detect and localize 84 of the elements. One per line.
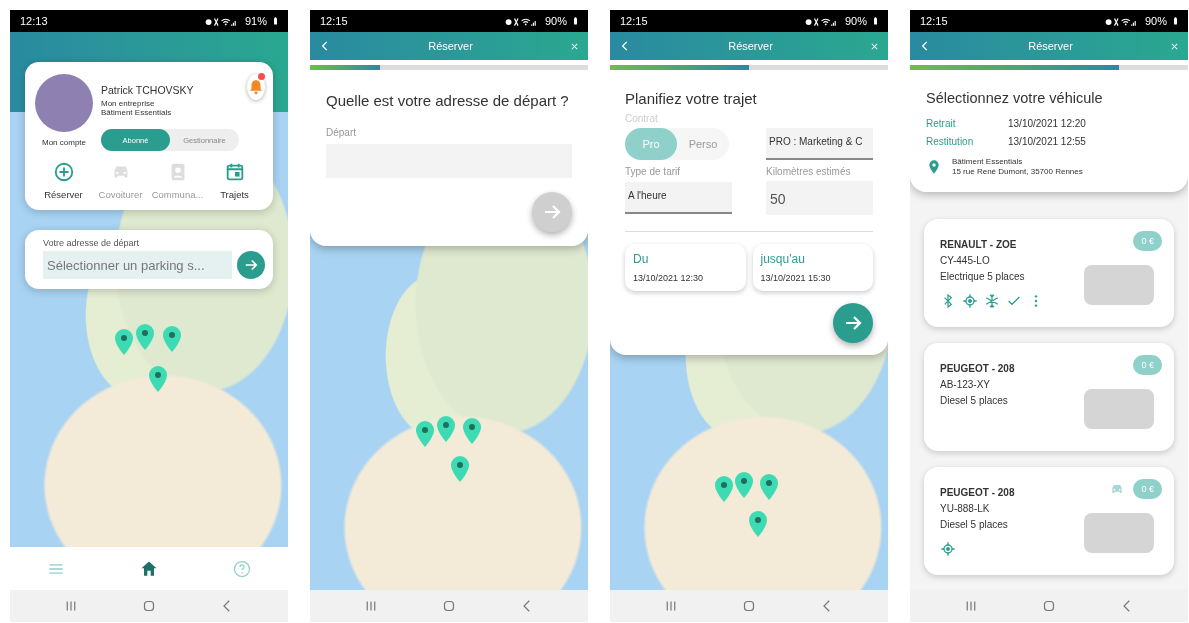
location-name: Bâtiment Essentials — [952, 157, 1024, 166]
map-pin-icon[interactable] — [437, 416, 455, 442]
map-pin-icon[interactable] — [735, 472, 753, 498]
price-badge: 0 € — [1133, 479, 1162, 499]
add-icon — [52, 161, 75, 183]
vehicle-description: Diesel 5 places — [940, 395, 1009, 406]
date-value: 13/10/2021 12:30 — [633, 273, 705, 283]
schedule-label: Retrait — [926, 118, 957, 129]
location-address: 15 rue René Dumont, 35700 Rennes — [952, 167, 1083, 176]
company-name: Bâtiment Essentials — [101, 108, 173, 117]
battery-icon — [871, 15, 880, 27]
vehicle-name: PEUGEOT - 208 — [940, 363, 1016, 374]
vehicle-card[interactable]: RENAULT - ZOE CY-445-LO Electrique 5 places 0 € — [924, 219, 1174, 327]
distance-field[interactable]: 50 — [766, 181, 873, 215]
company-label: Mon entreprise — [101, 99, 156, 108]
map-pin-icon[interactable] — [451, 456, 469, 482]
header-title: Réserver — [1027, 40, 1074, 52]
vehicle-description: Diesel 5 places — [940, 519, 1009, 530]
map-pin-icon[interactable] — [749, 511, 767, 537]
battery-level: 90% — [1144, 15, 1167, 27]
bell-icon — [247, 78, 265, 96]
battery-icon — [271, 15, 280, 27]
map-pin-icon[interactable] — [715, 476, 733, 502]
field-label: Kilomètres estimés — [766, 166, 852, 177]
action-button[interactable]: Trajets — [206, 161, 263, 200]
location-pin-icon — [926, 158, 942, 175]
map-pin-icon[interactable] — [149, 366, 167, 392]
contract-select[interactable]: PRO : Marketing & C — [766, 128, 873, 160]
license-plate: AB-123-XY — [940, 379, 992, 390]
car-photo-placeholder — [1084, 389, 1154, 429]
gps-icon — [962, 293, 978, 309]
price-badge: 0 € — [1133, 355, 1162, 375]
map-pin-icon[interactable] — [760, 474, 778, 500]
vehicle-name: PEUGEOT - 208 — [940, 487, 1016, 498]
battery-level: 90% — [844, 15, 867, 27]
question-title: Quelle est votre adresse de départ ? — [326, 92, 570, 109]
battery-icon — [571, 15, 580, 27]
header-title: Réserver — [727, 40, 774, 52]
address-label: Votre adresse de départ — [43, 238, 141, 248]
date-value: 13/10/2021 15:30 — [760, 273, 832, 283]
map-pin-icon[interactable] — [163, 326, 181, 352]
snowflake-icon — [984, 293, 1000, 309]
date-label: jusqu'au — [760, 252, 806, 266]
map-pin-icon[interactable] — [463, 418, 481, 444]
license-plate: YU-888-LK — [940, 503, 991, 514]
status-time: 12:15 — [320, 15, 349, 27]
status-time: 12:15 — [920, 15, 949, 27]
date-label: Du — [633, 252, 650, 266]
map-pin-icon[interactable] — [416, 421, 434, 447]
license-plate: CY-445-LO — [940, 255, 991, 266]
date-card[interactable]: Du 13/10/2021 12:30 — [625, 244, 746, 291]
car-photo-placeholder — [1084, 265, 1154, 305]
header-title: Réserver — [427, 40, 474, 52]
action-button[interactable]: Réserver — [35, 161, 92, 200]
field-label: Départ — [326, 127, 357, 138]
battery-level: 90% — [544, 15, 567, 27]
rate-select[interactable]: A l'heure — [625, 182, 732, 214]
vehicle-name: RENAULT - ZOE — [940, 239, 1018, 250]
vehicle-description: Electrique 5 places — [940, 271, 1026, 282]
vehicle-card[interactable]: PEUGEOT - 208 YU-888-LK Diesel 5 places 0 € — [924, 467, 1174, 575]
price-badge: 0 € — [1133, 231, 1162, 251]
go-button[interactable] — [237, 251, 265, 279]
schedule-value: 13/10/2021 12:55 — [1008, 136, 1087, 147]
user-name: Patrick TCHOVSKY — [101, 84, 195, 96]
next-button[interactable] — [833, 303, 873, 343]
account-label[interactable]: Mon compte — [42, 138, 86, 147]
status-time: 12:15 — [620, 15, 649, 27]
gps-icon — [940, 541, 956, 557]
field-label: Type de tarif — [625, 166, 682, 177]
notification-button[interactable] — [247, 74, 265, 100]
battery-level: 91% — [244, 15, 267, 27]
address-field[interactable]: Sélectionner un parking s... — [43, 251, 232, 279]
avatar-placeholder[interactable] — [35, 74, 93, 132]
map-pin-icon[interactable] — [115, 329, 133, 355]
form-title: Planifiez votre trajet — [625, 90, 758, 107]
status-time: 12:13 — [20, 15, 49, 27]
schedule-value: 13/10/2021 12:20 — [1008, 118, 1087, 129]
vehicle-card[interactable]: PEUGEOT - 208 AB-123-XY Diesel 5 places 0 € — [924, 343, 1174, 451]
car-photo-placeholder — [1084, 513, 1154, 553]
map-pin-icon[interactable] — [136, 324, 154, 350]
date-card[interactable]: jusqu'au 13/10/2021 15:30 — [752, 244, 873, 291]
battery-icon — [1171, 15, 1180, 27]
page-title: Sélectionnez votre véhicule — [926, 90, 1104, 106]
schedule-label: Restitution — [926, 136, 975, 147]
